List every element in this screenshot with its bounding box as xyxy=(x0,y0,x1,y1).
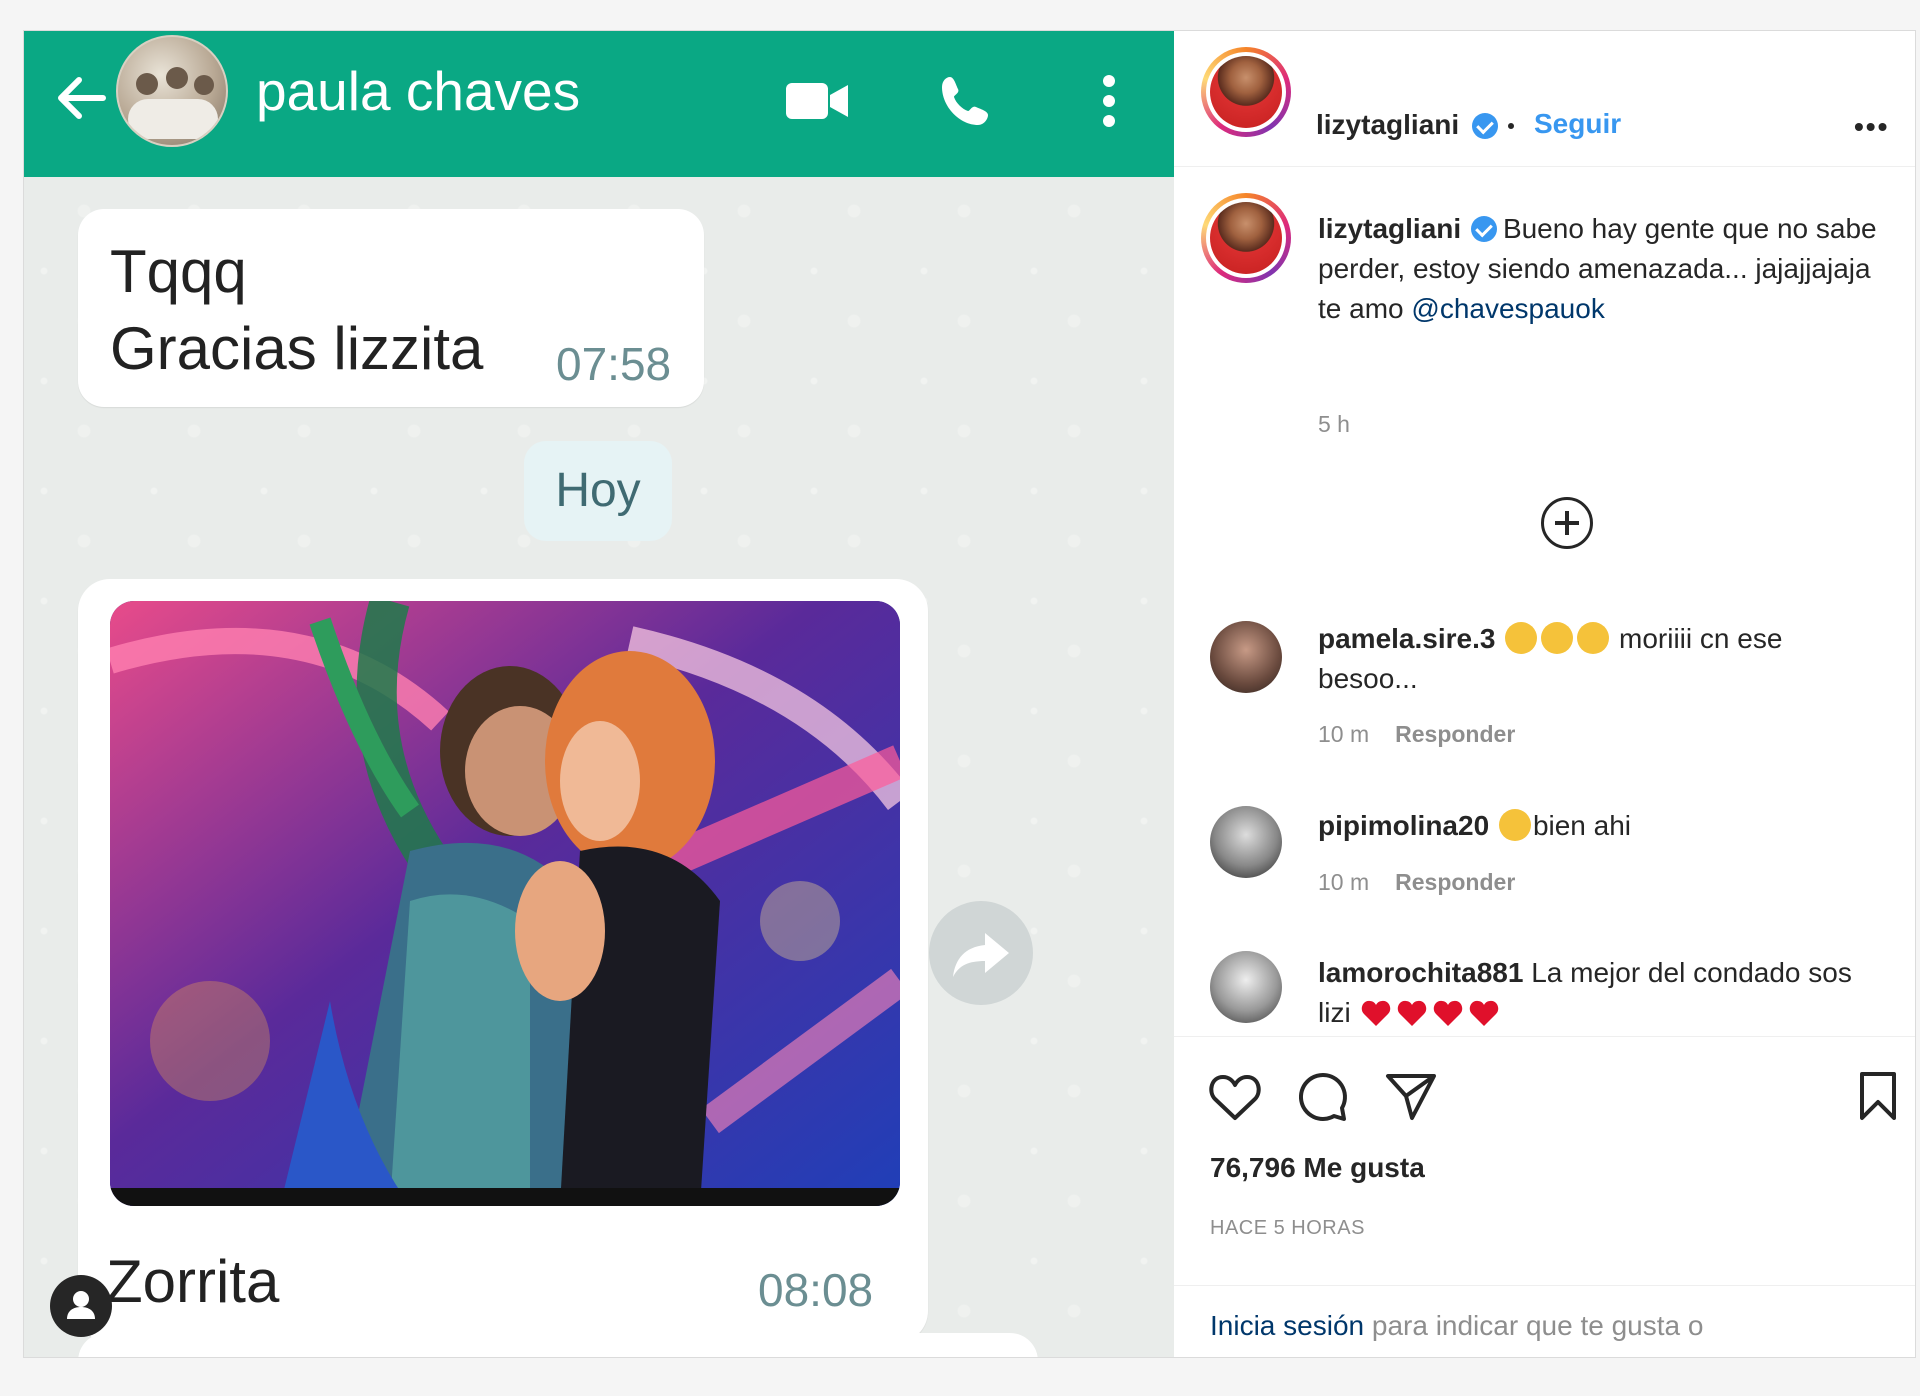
message-line: Gracias lizzita xyxy=(110,315,484,382)
caption-time[interactable]: 5 h xyxy=(1318,411,1350,438)
back-arrow-icon[interactable] xyxy=(49,66,113,130)
separator-dot xyxy=(1508,123,1514,129)
comment-username[interactable]: pipimolina20 xyxy=(1318,810,1489,841)
post-header: lizytagliani Seguir ••• xyxy=(1174,31,1915,167)
login-link[interactable]: Inicia sesión xyxy=(1210,1310,1364,1341)
message-bubble-incoming[interactable]: Tqqq Gracias lizzita 07:58 xyxy=(78,209,704,407)
like-heart-icon[interactable] xyxy=(1208,1072,1262,1122)
login-prompt: Inicia sesión para indicar que te gusta … xyxy=(1174,1285,1915,1357)
reply-button[interactable]: Responder xyxy=(1395,721,1515,747)
starstruck-emoji-icon xyxy=(1577,622,1610,654)
comment: pipimolina20 bien ahi xyxy=(1318,806,1878,846)
instagram-post-panel: lizytagliani Seguir ••• lizytagliani Bue… xyxy=(1174,31,1915,1357)
comment-username[interactable]: pamela.sire.3 xyxy=(1318,623,1495,654)
verified-badge-icon xyxy=(1470,216,1497,242)
comment-bubble-icon[interactable] xyxy=(1296,1070,1350,1124)
red-heart-emoji-icon xyxy=(1362,1000,1391,1026)
more-options-icon[interactable] xyxy=(1094,71,1124,131)
heart-eyes-emoji-icon xyxy=(1498,809,1531,841)
more-options-button[interactable]: ••• xyxy=(1854,111,1889,143)
caption-username[interactable]: lizytagliani xyxy=(1318,213,1461,244)
profile-avatar[interactable] xyxy=(1201,47,1291,137)
reply-button[interactable]: Responder xyxy=(1395,869,1515,895)
person-icon xyxy=(67,1291,95,1319)
chat-header: paula chaves xyxy=(24,31,1174,177)
login-text: Inicia sesión para indicar que te gusta … xyxy=(1210,1306,1810,1357)
screenshot-frame: paula chaves Tqqq Gracias lizzita 07:58 … xyxy=(23,30,1916,1358)
caption-mention[interactable]: @chavespauok xyxy=(1411,293,1604,324)
message-time: 07:58 xyxy=(556,338,672,390)
whatsapp-chat-screenshot: paula chaves Tqqq Gracias lizzita 07:58 … xyxy=(24,31,1174,1357)
red-heart-emoji-icon xyxy=(1434,1000,1463,1026)
comment: lamorochita881 La mejor del condado sos … xyxy=(1318,953,1878,1033)
red-heart-emoji-icon xyxy=(1470,1000,1499,1026)
comment-avatar[interactable] xyxy=(1210,951,1282,1023)
starstruck-emoji-icon xyxy=(1541,622,1574,654)
video-call-icon[interactable] xyxy=(782,71,852,131)
message-photo[interactable] xyxy=(110,601,900,1206)
verified-badge-icon xyxy=(1472,113,1498,139)
comment-avatar[interactable] xyxy=(1210,621,1282,693)
comment-time[interactable]: 10 m xyxy=(1318,869,1369,895)
comment-text: bien ahi xyxy=(1532,810,1632,841)
follow-button[interactable]: Seguir xyxy=(1534,108,1621,140)
comment-meta: 10 m Responder xyxy=(1318,869,1515,896)
caption-avatar[interactable] xyxy=(1201,193,1291,283)
contact-avatar[interactable] xyxy=(116,35,228,147)
image-message-bubble[interactable]: Zorrita 08:08 xyxy=(78,579,928,1343)
message-line: Tqqq xyxy=(110,238,247,305)
comment-username[interactable]: lamorochita881 xyxy=(1318,957,1523,988)
red-heart-emoji-icon xyxy=(1398,1000,1427,1026)
comment-avatar[interactable] xyxy=(1210,806,1282,878)
day-divider: Hoy xyxy=(524,441,672,541)
load-more-comments-icon[interactable] xyxy=(1541,497,1593,549)
posted-time[interactable]: HACE 5 HORAS xyxy=(1210,1217,1365,1240)
comment: pamela.sire.3 moriiii cn ese besoo... xyxy=(1318,619,1878,699)
forward-icon xyxy=(953,933,1009,977)
post-caption: lizytagliani Bueno hay gente que no sabe… xyxy=(1318,209,1878,329)
starstruck-emoji-icon xyxy=(1505,622,1538,654)
user-badge xyxy=(50,1275,112,1337)
save-bookmark-icon[interactable] xyxy=(1858,1070,1898,1122)
share-paper-plane-icon[interactable] xyxy=(1384,1070,1438,1122)
likes-count[interactable]: 76,796 Me gusta xyxy=(1210,1152,1425,1184)
comment-meta: 10 m Responder xyxy=(1318,721,1515,748)
post-username[interactable]: lizytagliani xyxy=(1316,109,1459,141)
image-caption: Zorrita xyxy=(106,1248,280,1315)
forward-button[interactable] xyxy=(929,901,1033,1005)
comment-time[interactable]: 10 m xyxy=(1318,721,1369,747)
phone-call-icon[interactable] xyxy=(936,71,996,131)
message-bubble-partial[interactable] xyxy=(78,1333,1038,1357)
message-time: 08:08 xyxy=(758,1264,874,1316)
contact-name[interactable]: paula chaves xyxy=(256,59,580,123)
post-actions: 76,796 Me gusta HACE 5 HORAS Inicia sesi… xyxy=(1174,1036,1915,1357)
